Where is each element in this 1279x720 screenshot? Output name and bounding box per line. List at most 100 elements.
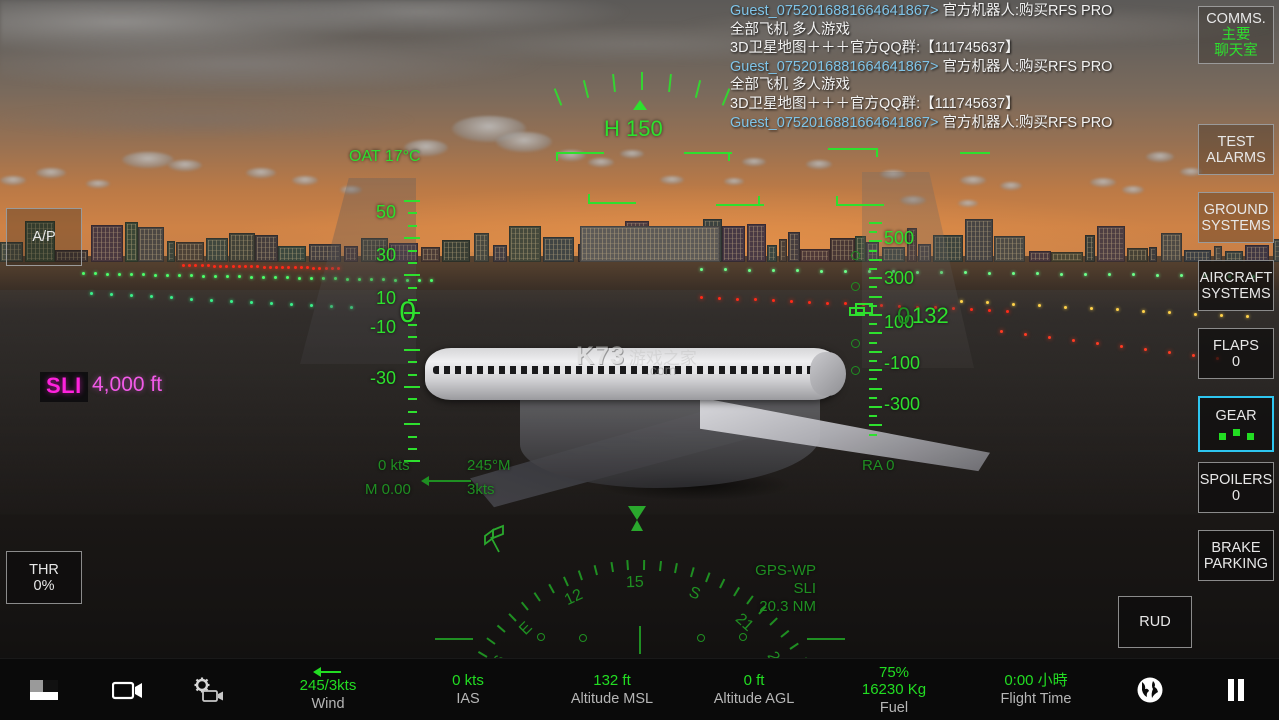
altitude-msl-value: 132 ft (593, 672, 631, 689)
building (994, 236, 1025, 262)
building (421, 247, 440, 262)
runway-light (1156, 273, 1159, 277)
building (830, 238, 855, 262)
gear-label: GEAR (1215, 408, 1257, 424)
chat-panel[interactable]: Guest_0752016881664641867> 官方机器人:购买RFS P… (730, 2, 1130, 132)
runway-light (988, 271, 991, 275)
comms-button[interactable]: COMMS. 主要 聊天室 (1198, 6, 1274, 64)
spoilers-button[interactable]: SPOILERS 0 (1198, 462, 1274, 513)
runway-light (310, 276, 313, 280)
building (176, 242, 204, 262)
readout-altitude-agl: 0 ft Altitude AGL (680, 659, 828, 720)
cloud (246, 168, 276, 178)
rudder-button[interactable]: RUD (1118, 596, 1192, 648)
building (1161, 233, 1182, 262)
runway-light (312, 266, 316, 270)
cloud (496, 132, 552, 152)
runway-light (1084, 272, 1087, 276)
runway-light (213, 264, 216, 268)
building (493, 245, 507, 262)
city-skyline (0, 214, 1279, 262)
runway-light (182, 264, 185, 267)
cloud (742, 158, 766, 166)
ias-value: 0 kts (452, 672, 484, 689)
building (229, 233, 255, 262)
building (255, 235, 278, 262)
building (138, 227, 164, 262)
chat-username: Guest_0752016881664641867> (730, 58, 939, 75)
runway-light (772, 268, 775, 272)
building (788, 232, 800, 262)
test-alarms-button[interactable]: TEST ALARMS (1198, 124, 1274, 175)
flight-time-value: 0:00 小時 (1004, 672, 1068, 689)
brake-parking-button[interactable]: BRAKE PARKING (1198, 530, 1274, 581)
flaps-button[interactable]: FLAPS 0 (1198, 328, 1274, 379)
runway-light (290, 303, 293, 306)
runway-light (298, 276, 301, 280)
building (1127, 248, 1148, 262)
flaps-value: 0 (1231, 353, 1241, 370)
runway-light (1144, 348, 1147, 351)
building (125, 222, 138, 262)
runway-light (844, 269, 847, 273)
chat-message: 官方机器人:购买RFS PRO (938, 58, 1113, 75)
building (779, 239, 787, 262)
throttle-button[interactable]: THR 0% (6, 551, 82, 604)
layout-button[interactable] (14, 659, 74, 720)
flight-time-label: Flight Time (1000, 691, 1072, 707)
test-alarms-line2: ALARMS (1206, 149, 1266, 166)
brake-line2: PARKING (1203, 555, 1269, 572)
comms-sub1: 主要 (1221, 27, 1251, 43)
building (278, 246, 306, 262)
wind-value: 245/3kts (299, 677, 357, 694)
altitude-msl-label: Altitude MSL (570, 691, 654, 707)
cloud (806, 160, 832, 169)
aircraft-fuselage (425, 348, 840, 400)
building (91, 225, 123, 262)
ground-systems-button[interactable]: GROUND SYSTEMS (1198, 192, 1274, 243)
building (767, 245, 777, 262)
pause-button[interactable] (1208, 659, 1264, 720)
runway-light (214, 274, 217, 278)
runway-light (1194, 312, 1197, 316)
runway-light (178, 274, 181, 277)
runway-light (1072, 339, 1075, 342)
runway-light (90, 292, 93, 295)
runway-light (1000, 330, 1003, 333)
cloud (960, 176, 986, 185)
runway-light (1192, 354, 1195, 357)
cloud (168, 160, 202, 171)
cloud (1090, 178, 1116, 187)
cloud (86, 180, 110, 188)
runway-light (130, 273, 133, 276)
runway-light (82, 272, 85, 275)
gear-status-indicators (1218, 429, 1254, 440)
camera-settings-button[interactable] (178, 659, 238, 720)
fuel-label: Fuel (879, 699, 909, 716)
autopilot-button[interactable]: A/P (6, 208, 82, 266)
runway-light (1096, 342, 1099, 345)
terminal-building (580, 226, 720, 262)
runway-light (1180, 274, 1183, 277)
runway-light (1024, 333, 1027, 336)
runway-light (166, 273, 169, 277)
spoilers-label: SPOILERS (1199, 471, 1273, 488)
runway-light (293, 266, 297, 270)
runway-light (202, 274, 205, 278)
runway-light (106, 272, 109, 276)
runway-light (790, 300, 793, 303)
aircraft-systems-button[interactable]: AIRCRAFT SYSTEMS (1198, 260, 1274, 311)
runway-light (210, 298, 213, 302)
runway-light (736, 297, 739, 301)
flight-simulator-screen: OAT 17°C H 150 50 30 10 0 -10 -30 500 300 100 -1… (0, 0, 1279, 720)
altitude-agl-value: 0 ft (743, 672, 765, 689)
chat-message: 官方机器人:购买RFS PRO (938, 114, 1113, 131)
globe-button[interactable] (1122, 659, 1178, 720)
gear-button[interactable]: GEAR (1198, 396, 1274, 452)
runway-light (970, 308, 973, 311)
gear-indicator-right (1246, 433, 1254, 440)
readout-altitude-msl: 132 ft Altitude MSL (538, 659, 686, 720)
runway-light (231, 264, 235, 268)
video-camera-button[interactable] (98, 659, 158, 720)
building (543, 237, 574, 262)
